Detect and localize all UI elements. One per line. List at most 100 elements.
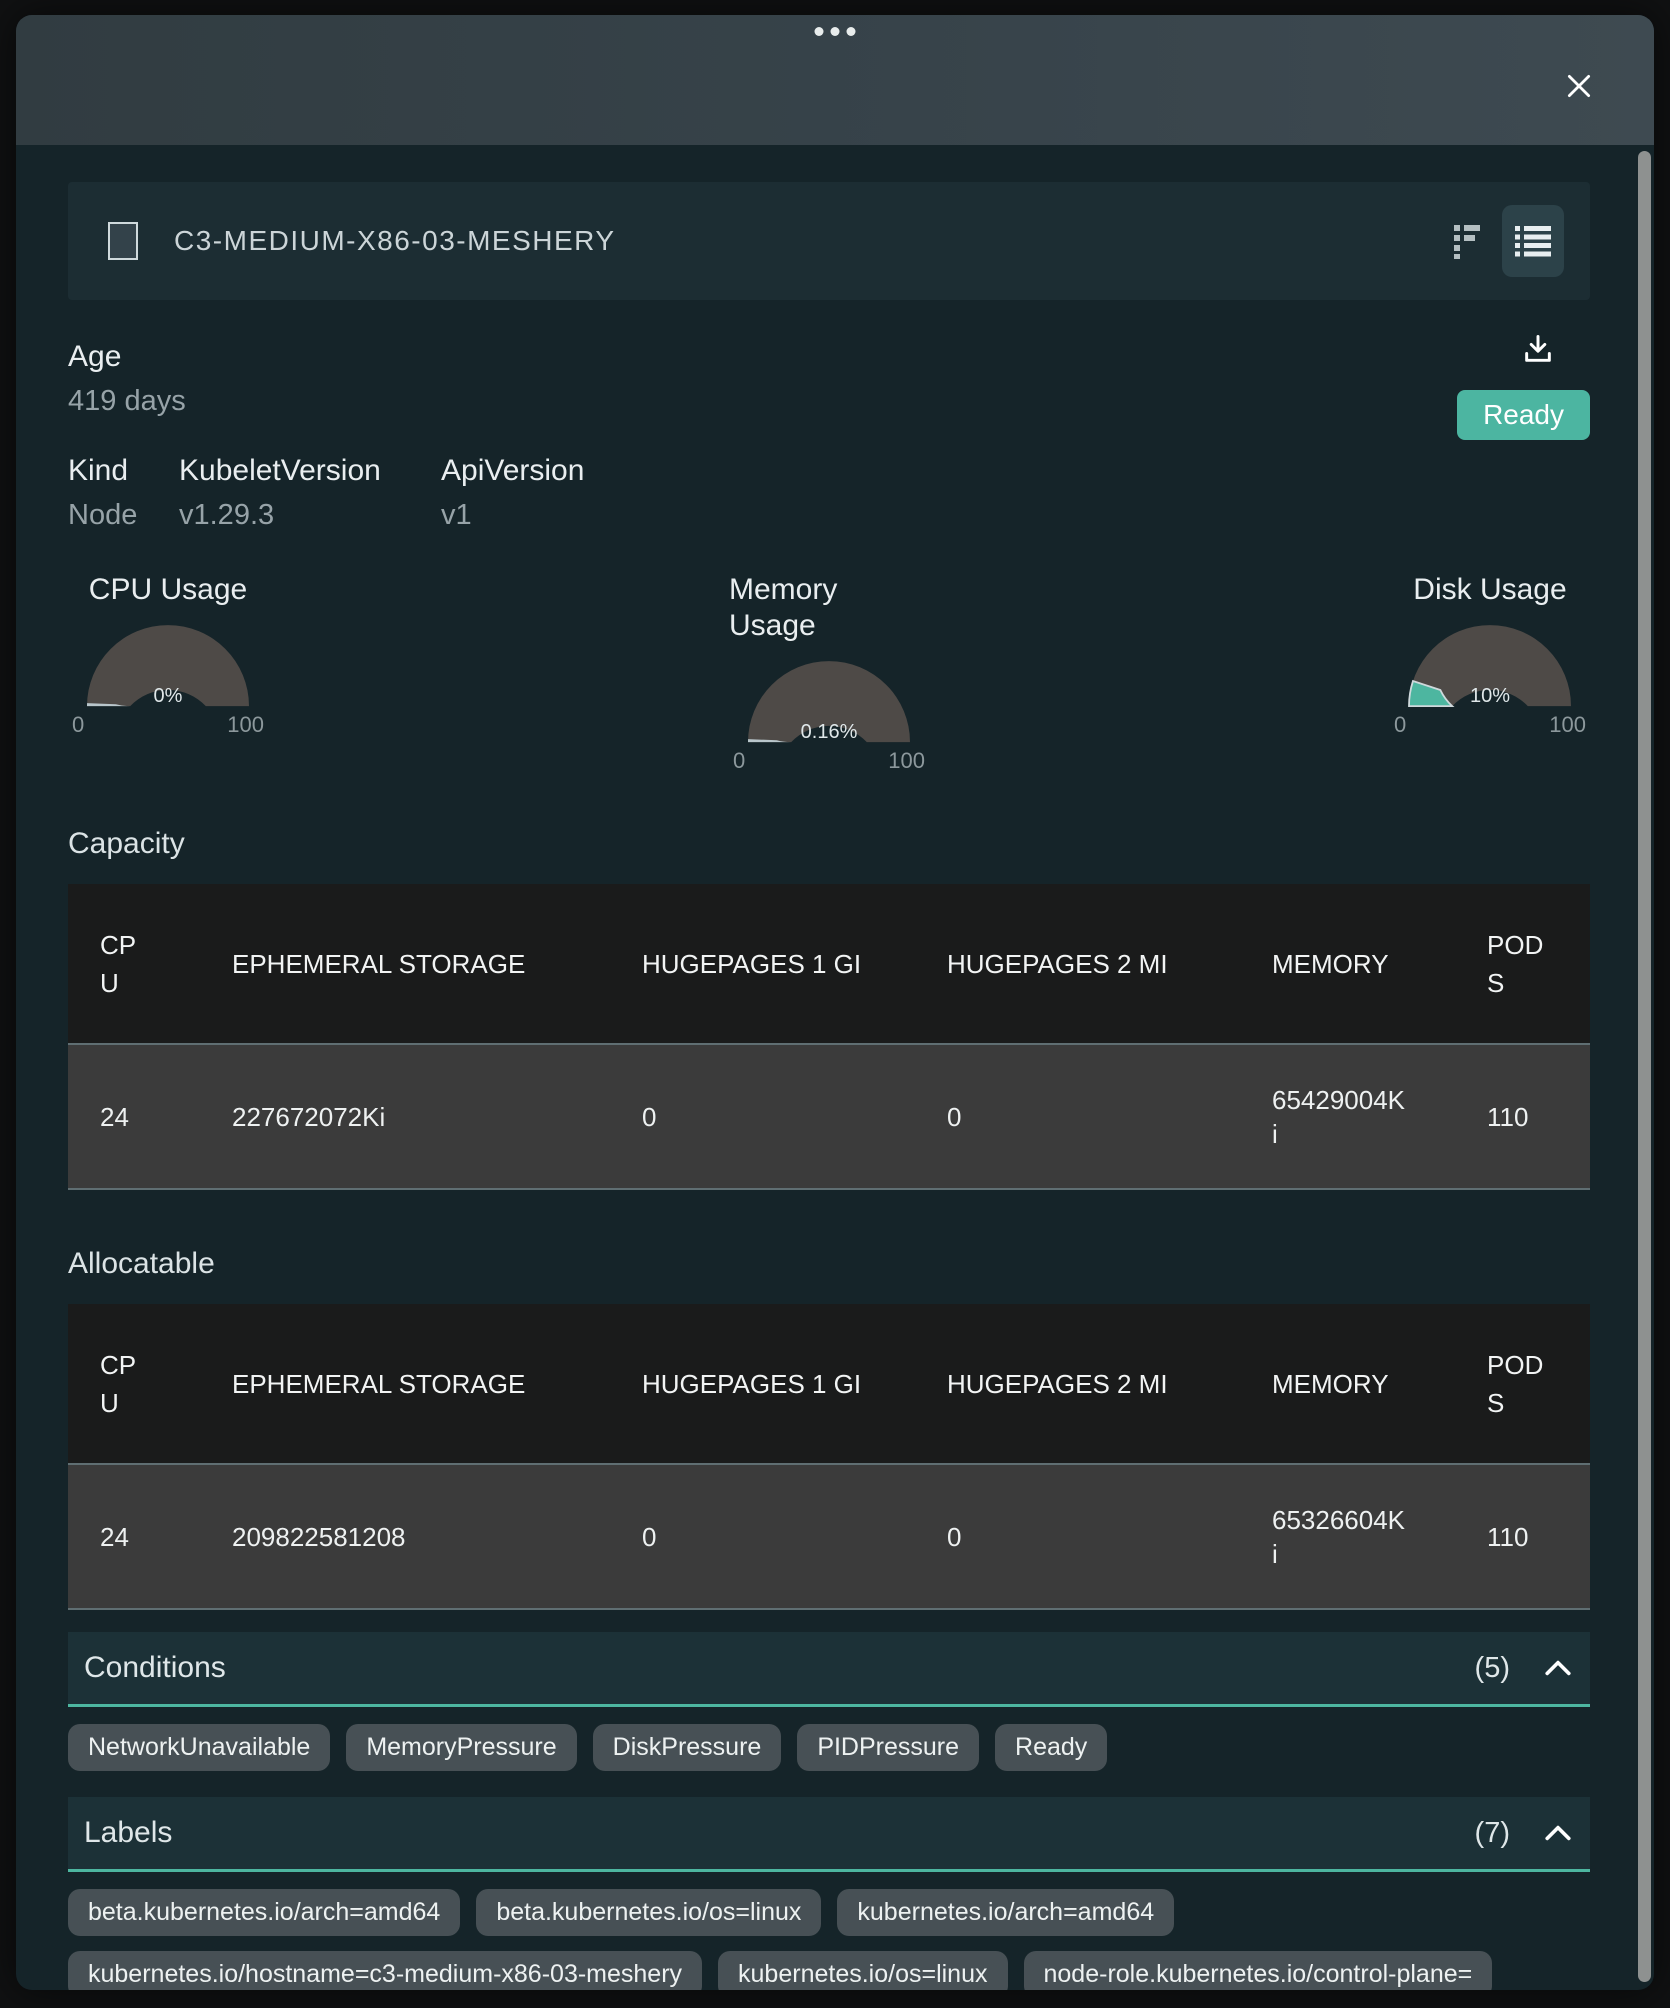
capacity-title: Capacity [68, 826, 1590, 862]
capacity-memory-value: 65429004Ki [1240, 1044, 1455, 1189]
label-chip: node-role.kubernetes.io/control-plane= [1024, 1951, 1493, 1990]
allocatable-col-ephemeral-storage: EPHEMERAL STORAGE [200, 1304, 610, 1464]
allocatable-col-cpu: CPU [68, 1304, 200, 1464]
disk-gauge-arc: 10% [1400, 616, 1580, 708]
memory-gauge-min: 0 [733, 748, 745, 774]
meta-api-value: v1 [441, 498, 584, 532]
capacity-col-hugepages-1gi: HUGEPAGES 1 GI [610, 884, 915, 1044]
detail-view-button[interactable] [1448, 218, 1490, 264]
condition-chip: NetworkUnavailable [68, 1724, 330, 1771]
close-icon [1564, 71, 1594, 101]
modal-body: C3-MEDIUM-X86-03-MESHERY [16, 145, 1654, 1990]
capacity-col-memory: MEMORY [1240, 884, 1455, 1044]
memory-gauge-max: 100 [888, 748, 925, 774]
node-title: C3-MEDIUM-X86-03-MESHERY [174, 225, 616, 257]
capacity-col-hugepages-2mi: HUGEPAGES 2 MI [915, 884, 1240, 1044]
allocatable-header-row: CPU EPHEMERAL STORAGE HUGEPAGES 1 GI HUG… [68, 1304, 1590, 1464]
chevron-up-icon [1544, 1824, 1572, 1842]
cpu-gauge-min: 0 [72, 712, 84, 738]
cpu-gauge-max: 100 [227, 712, 264, 738]
label-chip: kubernetes.io/os=linux [718, 1951, 1007, 1990]
meta-kind-value: Node [68, 498, 179, 532]
status-badge: Ready [1457, 390, 1590, 440]
node-checkbox[interactable] [108, 222, 138, 260]
node-card: C3-MEDIUM-X86-03-MESHERY [68, 182, 1590, 300]
disk-gauge-value: 10% [1400, 685, 1580, 708]
conditions-count: (5) [1475, 1652, 1510, 1685]
cpu-gauge-value: 0% [78, 685, 258, 708]
allocatable-data-row: 24 209822581208 0 0 65326604Ki 110 [68, 1464, 1590, 1609]
allocatable-cpu-value: 24 [68, 1464, 200, 1609]
condition-chip: Ready [995, 1724, 1107, 1771]
conditions-chips: NetworkUnavailable MemoryPressure DiskPr… [68, 1724, 1590, 1771]
memory-gauge-arc: 0.16% [739, 652, 919, 744]
list-view-button[interactable] [1502, 205, 1564, 277]
capacity-col-cpu: CPU [68, 884, 200, 1044]
meta-kubelet-value: v1.29.3 [179, 498, 441, 532]
disk-gauge-min: 0 [1394, 712, 1406, 738]
drag-handle-dots-icon[interactable] [815, 27, 856, 36]
allocatable-ephemeral-storage-value: 209822581208 [200, 1464, 610, 1609]
meta-kubelet-label: KubeletVersion [179, 454, 441, 488]
capacity-header-row: CPU EPHEMERAL STORAGE HUGEPAGES 1 GI HUG… [68, 884, 1590, 1044]
label-chip: kubernetes.io/arch=amd64 [837, 1889, 1174, 1936]
capacity-col-ephemeral-storage: EPHEMERAL STORAGE [200, 884, 610, 1044]
allocatable-col-hugepages-1gi: HUGEPAGES 1 GI [610, 1304, 915, 1464]
cpu-gauge-scale: 0 100 [70, 712, 266, 738]
memory-usage-gauge: Memory Usage 0.16% 0 100 [729, 572, 929, 774]
age-value: 419 days [68, 384, 1590, 418]
condition-chip: PIDPressure [797, 1724, 979, 1771]
disk-gauge-scale: 0 100 [1392, 712, 1588, 738]
chevron-up-icon [1544, 1659, 1572, 1677]
condition-chip: DiskPressure [593, 1724, 782, 1771]
cpu-usage-gauge: CPU Usage 0% 0 100 [68, 572, 268, 774]
cpu-gauge-title: CPU Usage [89, 572, 247, 608]
allocatable-col-pods: PODS [1455, 1304, 1590, 1464]
capacity-hugepages-2mi-value: 0 [915, 1044, 1240, 1189]
meta-api-label: ApiVersion [441, 454, 584, 488]
allocatable-hugepages-1gi-value: 0 [610, 1464, 915, 1609]
allocatable-col-memory: MEMORY [1240, 1304, 1455, 1464]
memory-gauge-scale: 0 100 [731, 748, 927, 774]
conditions-title: Conditions [84, 1651, 226, 1685]
download-icon [1521, 332, 1555, 366]
download-button[interactable] [1520, 332, 1556, 368]
allocatable-pods-value: 110 [1455, 1464, 1590, 1609]
meta-api-version: ApiVersion v1 [441, 454, 584, 532]
capacity-ephemeral-storage-value: 227672072Ki [200, 1044, 610, 1189]
disk-gauge-title: Disk Usage [1413, 572, 1566, 608]
node-details-modal: C3-MEDIUM-X86-03-MESHERY [16, 15, 1654, 1990]
labels-section-header[interactable]: Labels (7) [68, 1797, 1590, 1872]
close-button[interactable] [1562, 69, 1596, 103]
cpu-gauge-arc: 0% [78, 616, 258, 708]
meta-row: Kind Node KubeletVersion v1.29.3 ApiVers… [68, 454, 1590, 532]
usage-gauges: CPU Usage 0% 0 100 Memory Usage [68, 572, 1590, 774]
list-view-icon [1514, 224, 1552, 258]
allocatable-table: CPU EPHEMERAL STORAGE HUGEPAGES 1 GI HUG… [68, 1304, 1590, 1610]
capacity-data-row: 24 227672072Ki 0 0 65429004Ki 110 [68, 1044, 1590, 1189]
disk-usage-gauge: Disk Usage 10% 0 100 [1390, 572, 1590, 774]
age-label: Age [68, 340, 1590, 374]
memory-gauge-value: 0.16% [739, 721, 919, 744]
labels-count: (7) [1475, 1817, 1510, 1850]
allocatable-col-hugepages-2mi: HUGEPAGES 2 MI [915, 1304, 1240, 1464]
memory-gauge-title: Memory Usage [729, 572, 929, 644]
modal-header [16, 15, 1654, 145]
label-chip: kubernetes.io/hostname=c3-medium-x86-03-… [68, 1951, 702, 1990]
capacity-col-pods: PODS [1455, 884, 1590, 1044]
detail-view-icon [1452, 222, 1486, 260]
conditions-section-header[interactable]: Conditions (5) [68, 1632, 1590, 1707]
meta-kind-label: Kind [68, 454, 179, 488]
labels-chips: beta.kubernetes.io/arch=amd64 beta.kuber… [68, 1889, 1590, 1990]
screen: C3-MEDIUM-X86-03-MESHERY [0, 0, 1670, 2008]
label-chip: beta.kubernetes.io/arch=amd64 [68, 1889, 460, 1936]
disk-gauge-max: 100 [1549, 712, 1586, 738]
capacity-pods-value: 110 [1455, 1044, 1590, 1189]
capacity-hugepages-1gi-value: 0 [610, 1044, 915, 1189]
capacity-table: CPU EPHEMERAL STORAGE HUGEPAGES 1 GI HUG… [68, 884, 1590, 1190]
allocatable-hugepages-2mi-value: 0 [915, 1464, 1240, 1609]
age-section: Age 419 days Ready [68, 340, 1590, 418]
scrollbar-thumb[interactable] [1638, 151, 1651, 1982]
capacity-cpu-value: 24 [68, 1044, 200, 1189]
meta-kubelet-version: KubeletVersion v1.29.3 [179, 454, 441, 532]
